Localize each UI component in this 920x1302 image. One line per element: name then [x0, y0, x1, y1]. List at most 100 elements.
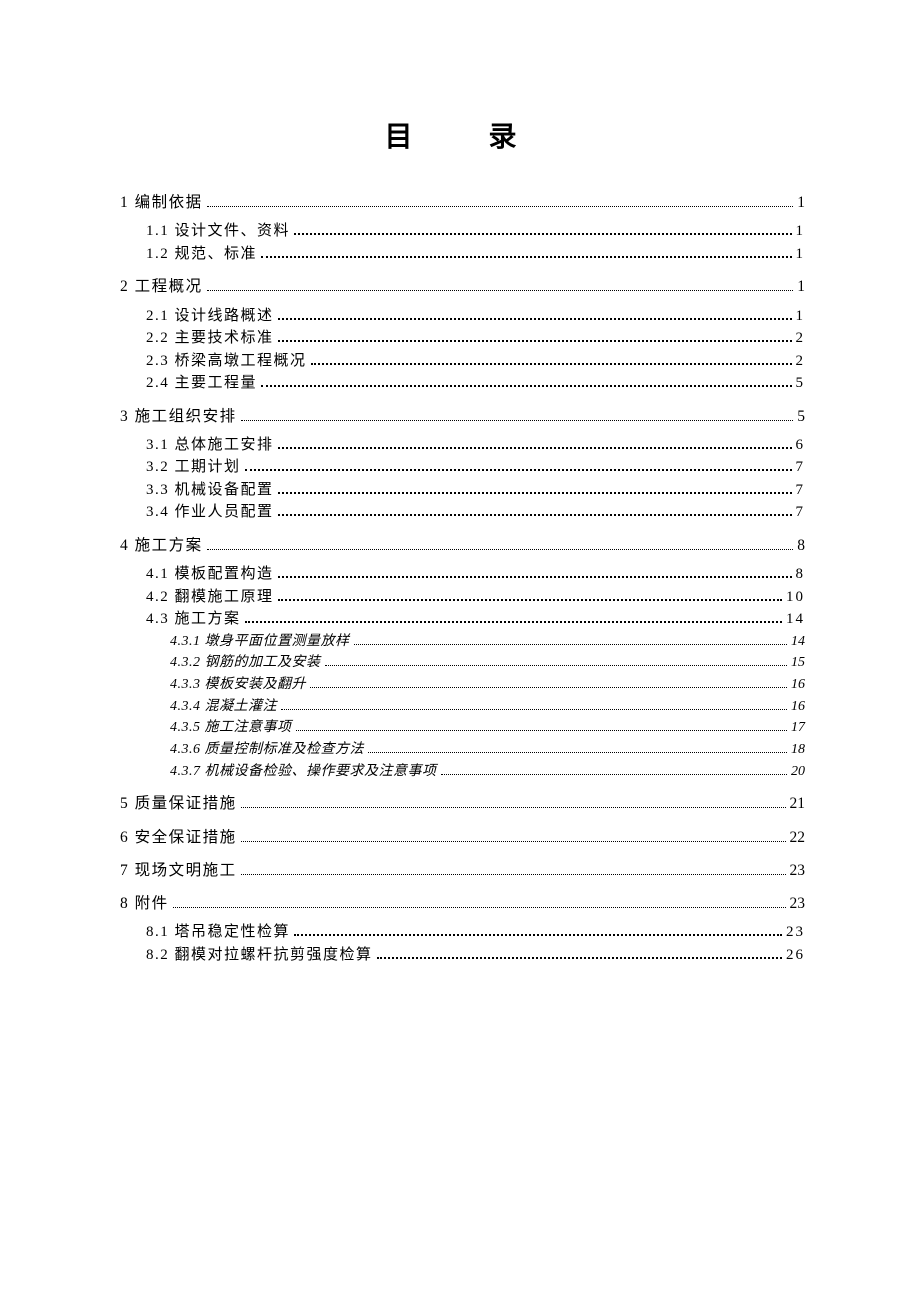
toc-page: 2 — [796, 327, 806, 350]
toc-page: 5 — [797, 405, 805, 428]
toc-page: 1 — [797, 191, 805, 214]
toc-label: 4.2 翻模施工原理 — [146, 586, 274, 609]
toc-page: 16 — [791, 674, 805, 696]
toc-page: 7 — [796, 456, 806, 479]
toc-page: 21 — [790, 792, 806, 815]
toc-page: 8 — [797, 534, 805, 557]
toc-label: 2 工程概况 — [120, 275, 203, 298]
toc-label: 4.3.4 混凝土灌注 — [170, 696, 277, 718]
toc-label: 4.3.7 机械设备检验、操作要求及注意事项 — [170, 761, 437, 783]
toc-page: 5 — [796, 372, 806, 395]
toc-label: 4.3 施工方案 — [146, 608, 241, 631]
toc-page: 16 — [791, 696, 805, 718]
toc-label: 4.1 模板配置构造 — [146, 563, 274, 586]
toc-label: 4 施工方案 — [120, 534, 203, 557]
toc-entry: 8 附件 23 — [120, 892, 805, 915]
toc-leader — [245, 621, 782, 623]
toc-page: 6 — [796, 434, 806, 457]
toc-entry: 3.1 总体施工安排 6 — [120, 434, 805, 457]
toc-entry: 1.1 设计文件、资料1 — [120, 220, 805, 243]
toc-leader — [241, 807, 786, 808]
toc-entry: 6 安全保证措施22 — [120, 826, 805, 849]
toc-label: 2.1 设计线路概述 — [146, 305, 274, 328]
toc-page: 7 — [796, 501, 806, 524]
table-of-contents: 1 编制依据11.1 设计文件、资料11.2 规范、标准12 工程概况12.1 … — [120, 191, 805, 966]
toc-label: 3.4 作业人员配置 — [146, 501, 274, 524]
toc-entry: 8.1 塔吊稳定性检算23 — [120, 921, 805, 944]
toc-leader — [245, 469, 792, 471]
toc-entry: 4.3.1 墩身平面位置测量放样14 — [120, 631, 805, 653]
toc-entry: 4.3 施工方案 14 — [120, 608, 805, 631]
toc-entry: 2.1 设计线路概述 1 — [120, 305, 805, 328]
toc-entry: 2 工程概况 1 — [120, 275, 805, 298]
toc-entry: 3.4 作业人员配置 7 — [120, 501, 805, 524]
toc-page: 14 — [786, 608, 805, 631]
toc-page: 1 — [797, 275, 805, 298]
toc-leader — [261, 385, 791, 387]
toc-leader — [207, 290, 794, 291]
toc-label: 4.3.2 钢筋的加工及安装 — [170, 652, 321, 674]
toc-leader — [294, 233, 791, 235]
toc-page: 18 — [791, 739, 805, 761]
toc-leader — [261, 256, 791, 258]
toc-label: 3 施工组织安排 — [120, 405, 237, 428]
toc-label: 3.1 总体施工安排 — [146, 434, 274, 457]
toc-label: 2.3 桥梁高墩工程概况 — [146, 350, 307, 373]
toc-label: 5 质量保证措施 — [120, 792, 237, 815]
toc-page: 2 — [796, 350, 806, 373]
toc-label: 3.2 工期计划 — [146, 456, 241, 479]
toc-entry: 2.4 主要工程量 5 — [120, 372, 805, 395]
toc-leader — [241, 874, 786, 875]
toc-label: 8.2 翻模对拉螺杆抗剪强度检算 — [146, 944, 373, 967]
toc-leader — [207, 549, 794, 550]
toc-page: 7 — [796, 479, 806, 502]
toc-label: 4.3.5 施工注意事项 — [170, 717, 292, 739]
toc-label: 2.2 主要技术标准 — [146, 327, 274, 350]
toc-entry: 4.3.5 施工注意事项 17 — [120, 717, 805, 739]
toc-leader — [241, 841, 786, 842]
toc-leader — [173, 907, 786, 908]
toc-entry: 4.3.4 混凝土灌注 16 — [120, 696, 805, 718]
toc-leader — [278, 576, 792, 578]
toc-leader — [278, 514, 792, 516]
toc-page: 20 — [791, 761, 805, 783]
toc-page: 15 — [791, 652, 805, 674]
toc-entry: 7 现场文明施工 23 — [120, 859, 805, 882]
toc-entry: 4.3.6 质量控制标准及检查方法 18 — [120, 739, 805, 761]
toc-leader — [377, 957, 782, 959]
toc-label: 1.1 设计文件、资料 — [146, 220, 290, 243]
toc-page: 1 — [796, 305, 806, 328]
toc-page: 23 — [790, 892, 806, 915]
toc-entry: 4.3.3 模板安装及翻升16 — [120, 674, 805, 696]
toc-label: 4.3.1 墩身平面位置测量放样 — [170, 631, 350, 653]
toc-entry: 3.2 工期计划 7 — [120, 456, 805, 479]
toc-leader — [310, 687, 787, 688]
toc-label: 8 附件 — [120, 892, 169, 915]
toc-entry: 1.2 规范、标准 1 — [120, 243, 805, 266]
toc-entry: 4.3.2 钢筋的加工及安装 15 — [120, 652, 805, 674]
toc-label: 1 编制依据 — [120, 191, 203, 214]
toc-leader — [354, 644, 788, 645]
toc-page: 17 — [791, 717, 805, 739]
toc-leader — [278, 492, 792, 494]
toc-entry: 8.2 翻模对拉螺杆抗剪强度检算 26 — [120, 944, 805, 967]
toc-entry: 2.3 桥梁高墩工程概况 2 — [120, 350, 805, 373]
toc-entry: 4.3.7 机械设备检验、操作要求及注意事项 20 — [120, 761, 805, 783]
toc-page: 26 — [786, 944, 805, 967]
toc-label: 4.3.6 质量控制标准及检查方法 — [170, 739, 364, 761]
toc-label: 8.1 塔吊稳定性检算 — [146, 921, 290, 944]
toc-page: 23 — [790, 859, 806, 882]
toc-entry: 3 施工组织安排 5 — [120, 405, 805, 428]
toc-leader — [296, 730, 788, 731]
toc-label: 2.4 主要工程量 — [146, 372, 257, 395]
toc-page: 1 — [796, 243, 806, 266]
toc-entry: 2.2 主要技术标准 2 — [120, 327, 805, 350]
toc-leader — [281, 709, 787, 710]
toc-leader — [441, 774, 788, 775]
toc-label: 3.3 机械设备配置 — [146, 479, 274, 502]
page-title: 目 录 — [120, 115, 805, 155]
toc-label: 7 现场文明施工 — [120, 859, 237, 882]
toc-entry: 5 质量保证措施 21 — [120, 792, 805, 815]
toc-label: 1.2 规范、标准 — [146, 243, 257, 266]
toc-leader — [325, 665, 788, 666]
